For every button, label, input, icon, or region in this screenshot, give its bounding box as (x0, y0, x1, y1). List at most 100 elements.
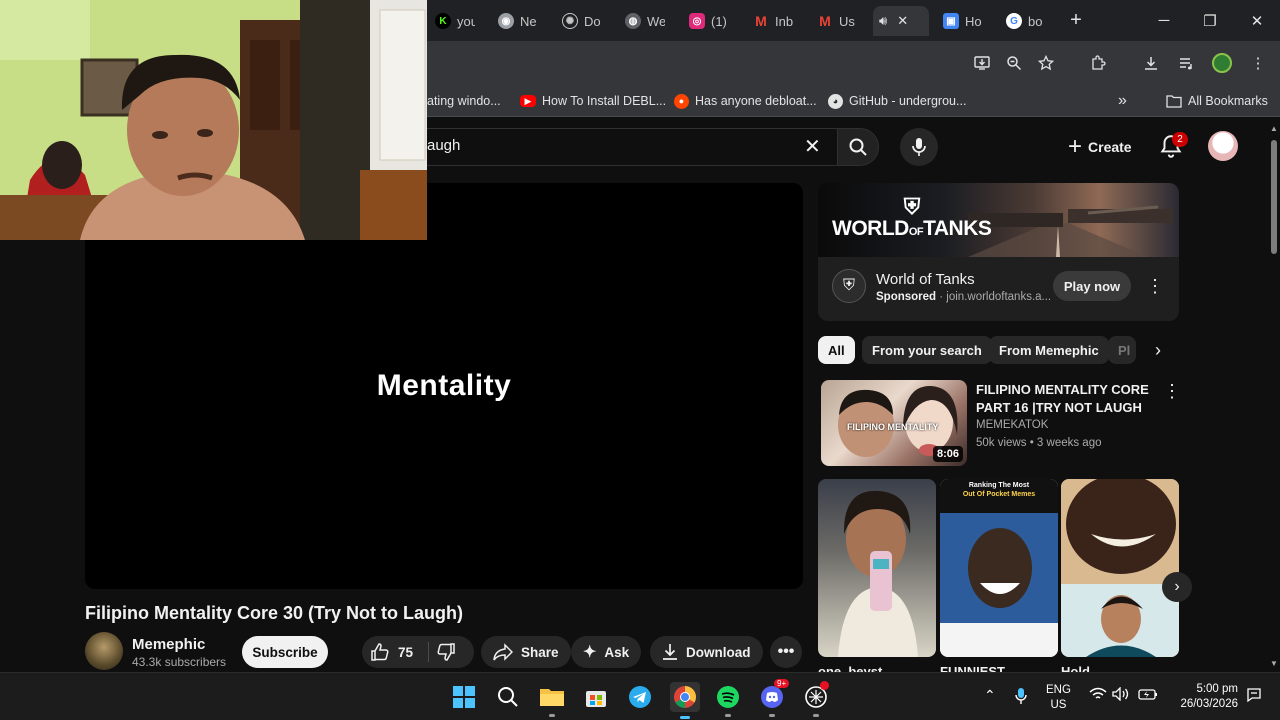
wifi-icon[interactable] (1089, 687, 1107, 704)
bookmark-item[interactable]: ating windo... (427, 91, 501, 111)
discord-icon[interactable]: 9+ (758, 679, 790, 717)
tab-kick[interactable]: K you (429, 6, 475, 36)
download-label: Download (686, 644, 751, 660)
tab-news[interactable]: ◉ Ne (492, 6, 538, 36)
ask-label: Ask (604, 644, 630, 660)
webcam-feed-image (0, 0, 427, 240)
chips-next-chevron-icon[interactable]: › (1146, 336, 1170, 364)
new-tab-button[interactable]: + (1064, 8, 1088, 32)
install-app-icon[interactable] (970, 51, 994, 75)
tab-label: Do (584, 13, 601, 29)
chrome-icon[interactable] (670, 682, 700, 719)
folder-icon (1166, 95, 1182, 108)
tab-docs[interactable]: ▣ Ho (937, 6, 987, 36)
google-icon: G (1006, 13, 1022, 29)
account-avatar[interactable] (1208, 131, 1238, 161)
chip-from-memephic[interactable]: From Memephic (989, 336, 1109, 364)
voice-search-button[interactable] (900, 128, 938, 166)
bookmark-item[interactable]: ● Has anyone debloat... (674, 91, 817, 111)
recommended-video-meta: 50k views • 3 weeks ago (976, 437, 1102, 449)
notification-center-icon[interactable] (1246, 687, 1262, 706)
create-button[interactable]: + Create (1060, 129, 1146, 165)
tab-label: you (457, 13, 475, 29)
bookmark-star-icon[interactable] (1034, 51, 1058, 75)
show-hidden-icons-chevron-icon[interactable]: ⌃ (984, 687, 996, 704)
store-icon[interactable] (582, 683, 610, 711)
tab-gmail-user[interactable]: M Us (811, 6, 857, 36)
short-thumbnail[interactable] (818, 479, 936, 657)
scroll-down-arrow-icon[interactable]: ▼ (1270, 659, 1278, 668)
recommended-video-thumbnail[interactable]: FILIPINO MENTALITY 8:06 (821, 380, 967, 466)
video-player[interactable]: Mentality (85, 183, 803, 589)
minimize-button[interactable]: ─ (1141, 0, 1187, 41)
extensions-icon[interactable] (1086, 51, 1110, 75)
channel-avatar[interactable] (85, 632, 123, 670)
like-button[interactable]: 75 (370, 636, 413, 668)
share-icon (493, 643, 513, 661)
short-thumbnail[interactable]: Ranking The Most Out Of Pocket Memes (940, 479, 1058, 657)
tab-label: Inb (775, 13, 793, 29)
language-indicator[interactable]: ENG US (1046, 683, 1071, 713)
search-button[interactable] (837, 128, 879, 166)
clear-search-icon[interactable]: ✕ (804, 134, 821, 159)
telegram-icon[interactable] (626, 683, 654, 711)
system-clock[interactable]: 5:00 pm 26/03/2026 (1174, 682, 1238, 712)
media-control-icon[interactable] (1174, 51, 1198, 75)
menu-kebab-icon[interactable]: ⋮ (1246, 51, 1270, 75)
video-duration-badge: 8:06 (932, 446, 963, 462)
more-actions-button[interactable]: ••• (770, 636, 802, 668)
volume-icon[interactable] (1112, 686, 1130, 704)
chatgpt-icon[interactable] (802, 681, 830, 717)
page-scrollbar[interactable]: ▲ ▼ (1268, 122, 1280, 672)
scrollbar-thumb[interactable] (1271, 140, 1277, 254)
chip-all[interactable]: All (818, 336, 855, 364)
download-button[interactable]: Download (650, 636, 763, 668)
recommended-menu-kebab-icon[interactable]: ⋮ (1162, 379, 1182, 403)
sponsored-ad-card[interactable]: ⛨ WORLDOFTANKS ⛨ World of Tanks Sponsore… (818, 183, 1179, 321)
channel-name[interactable]: Memephic (132, 636, 205, 653)
short-thumbnail[interactable] (1061, 479, 1179, 657)
bookmarks-overflow-button[interactable]: » (1118, 91, 1127, 111)
windows-start-icon[interactable] (450, 683, 478, 711)
chip-playlists[interactable]: Pl (1108, 336, 1136, 364)
tab-close-icon[interactable]: ✕ (897, 13, 908, 29)
downloads-icon[interactable] (1139, 51, 1163, 75)
speaker-icon[interactable]: 🔊︎ (879, 13, 887, 29)
search-input-value[interactable]: augh (427, 137, 460, 154)
tab-chatgpt[interactable]: ✺ Do (556, 6, 602, 36)
scroll-up-arrow-icon[interactable]: ▲ (1270, 124, 1278, 133)
microphone-tray-icon[interactable] (1015, 687, 1027, 708)
recommended-video-title[interactable]: FILIPINO MENTALITY CORE PART 16 |TRY NOT… (976, 381, 1156, 417)
tab-instagram[interactable]: ◎ (1) (683, 6, 733, 36)
search-icon[interactable] (494, 683, 522, 711)
file-explorer-icon[interactable] (538, 683, 566, 717)
recommended-video-channel[interactable]: MEMEKATOK (976, 419, 1048, 431)
zoom-icon[interactable] (1002, 51, 1026, 75)
share-label: Share (521, 644, 559, 660)
ad-play-now-button[interactable]: Play now (1053, 271, 1131, 301)
profile-icon[interactable] (1210, 51, 1234, 75)
battery-icon[interactable] (1138, 687, 1158, 704)
ad-channel-icon[interactable]: ⛨ (832, 269, 866, 303)
close-window-button[interactable]: ✕ (1234, 0, 1280, 41)
ad-menu-kebab-icon[interactable]: ⋮ (1145, 274, 1165, 298)
shorts-next-chevron-icon[interactable]: › (1162, 572, 1192, 602)
ad-banner-image[interactable]: ⛨ WORLDOFTANKS (818, 183, 1179, 257)
tab-youtube-active[interactable]: 🔊︎ ✕ (873, 6, 929, 36)
all-bookmarks-button[interactable]: All Bookmarks (1166, 91, 1268, 111)
subscribe-button[interactable]: Subscribe (242, 636, 328, 668)
maximize-button[interactable]: ❐ (1187, 0, 1233, 41)
ad-title[interactable]: World of Tanks (876, 271, 975, 288)
tab-label: Us (839, 13, 855, 29)
tab-google[interactable]: G bo (1000, 6, 1050, 36)
dislike-button[interactable] (436, 642, 456, 667)
bookmark-item[interactable]: ▶ How To Install DEBL... (520, 91, 666, 111)
ask-button[interactable]: ✦ Ask (571, 636, 642, 668)
bookmark-item[interactable]: ◕ GitHub - undergrou... (828, 91, 966, 111)
chip-from-your-search[interactable]: From your search (862, 336, 992, 364)
share-button[interactable]: Share (481, 636, 571, 668)
tab-gmail-inbox[interactable]: M Inb (747, 6, 793, 36)
like-dislike-group: 75 (362, 636, 474, 668)
tab-web[interactable]: ◍ We (619, 6, 665, 36)
spotify-icon[interactable] (714, 683, 742, 717)
